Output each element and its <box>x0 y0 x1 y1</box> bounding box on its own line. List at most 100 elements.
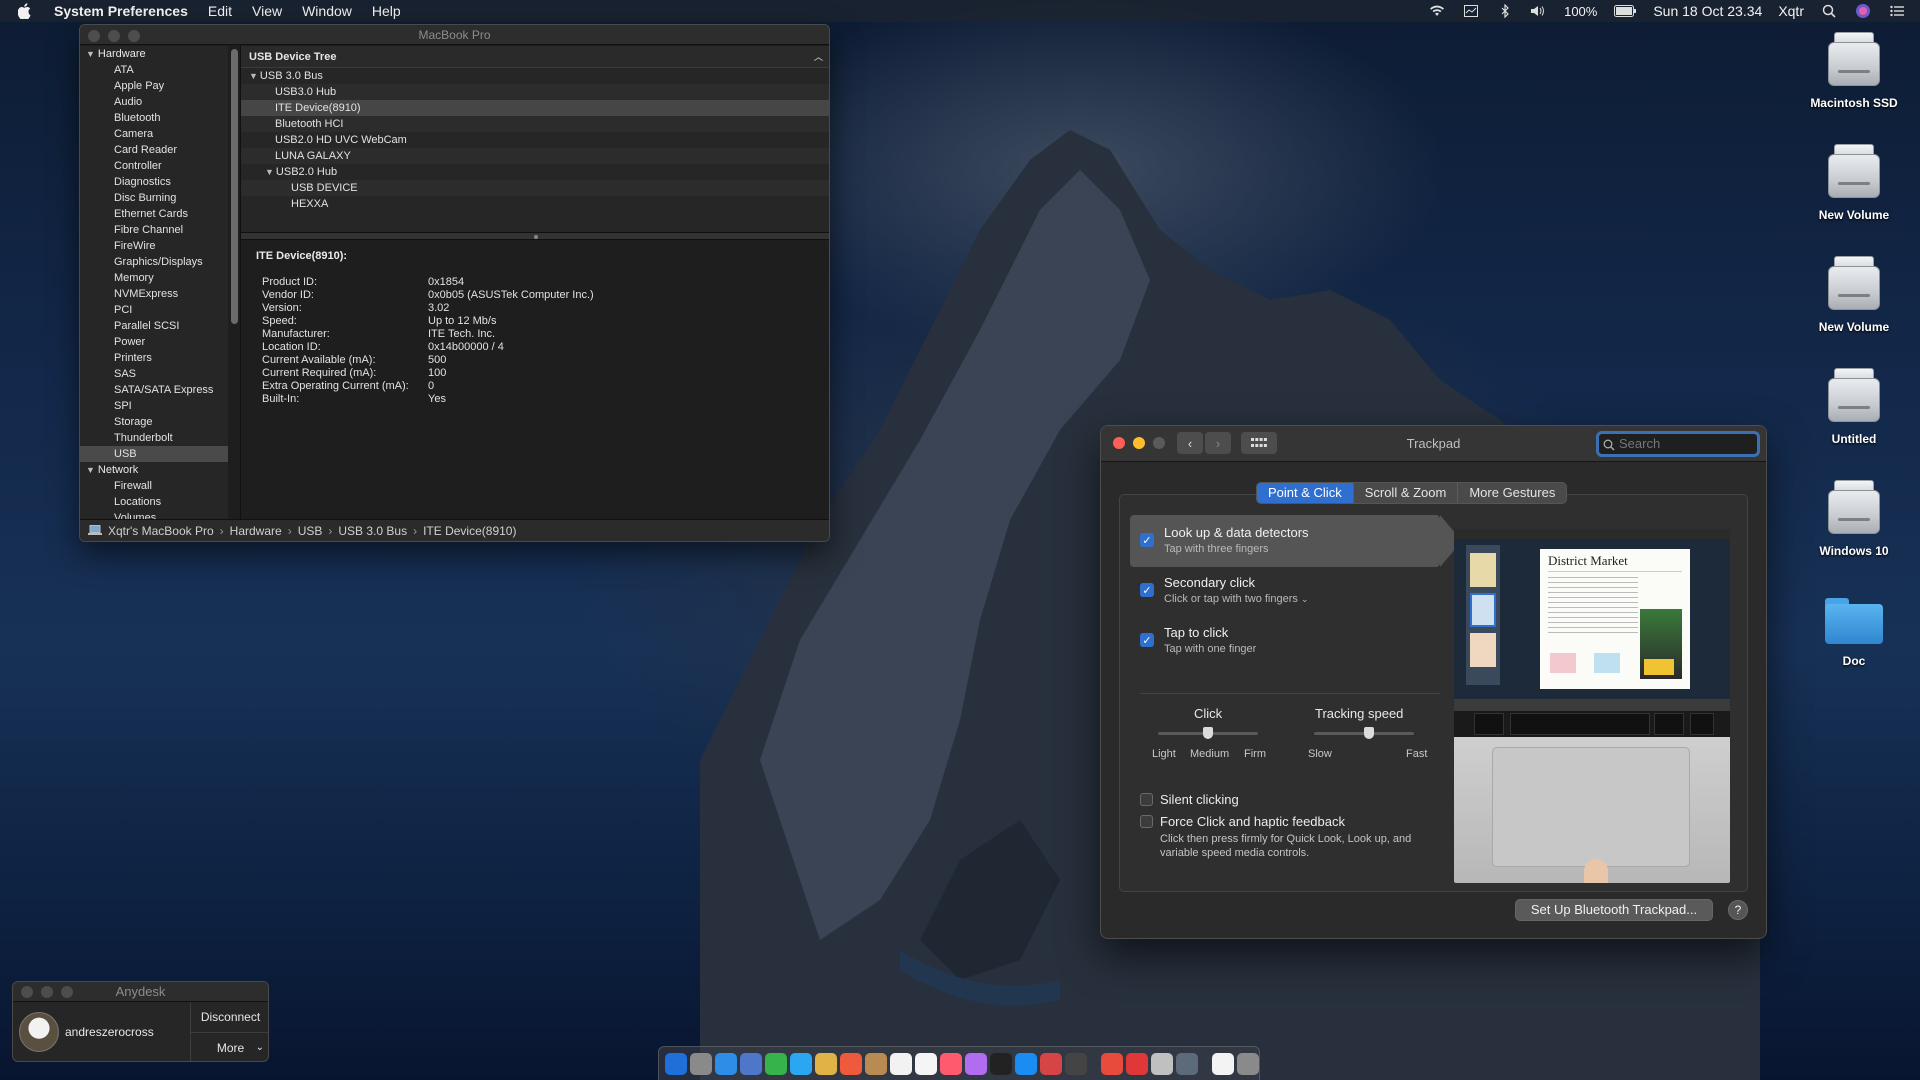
usb-tree-row[interactable]: LUNA GALAXY <box>241 148 829 164</box>
close-button[interactable] <box>21 986 33 998</box>
siri-icon[interactable] <box>1854 2 1872 20</box>
dock-app-icon[interactable] <box>840 1052 862 1075</box>
option-subtitle-dropdown[interactable]: Click or tap with two fingers ⌄ <box>1164 593 1309 605</box>
dock-app-icon[interactable] <box>765 1052 787 1075</box>
sidebar-item-firewall[interactable]: Firewall <box>80 478 228 494</box>
sidebar-item-camera[interactable]: Camera <box>80 126 228 142</box>
dock-app-icon[interactable] <box>890 1052 912 1075</box>
dock-app-icon[interactable] <box>915 1052 937 1075</box>
path-item[interactable]: Xqtr's MacBook Pro <box>108 520 214 542</box>
checkbox-checked[interactable]: ✓ <box>1140 633 1154 647</box>
sidebar-scrollbar[interactable] <box>231 49 238 324</box>
minimize-button[interactable] <box>108 30 120 42</box>
desktop-icon-doc[interactable]: Doc <box>1799 596 1909 668</box>
path-item[interactable]: ITE Device(8910) <box>423 520 516 542</box>
sidebar-item-pci[interactable]: PCI <box>80 302 228 318</box>
option-secondary-click[interactable]: ✓ Secondary click Click or tap with two … <box>1130 565 1440 617</box>
zoom-button[interactable] <box>128 30 140 42</box>
sidebar-item-printers[interactable]: Printers <box>80 350 228 366</box>
sidebar-item-bluetooth[interactable]: Bluetooth <box>80 110 228 126</box>
dock-app-icon[interactable] <box>715 1052 737 1075</box>
dock-app-icon[interactable] <box>1065 1052 1087 1075</box>
tab-more-gestures[interactable]: More Gestures <box>1458 483 1566 503</box>
usb-tree-row-selected[interactable]: ITE Device(8910) <box>241 100 829 116</box>
search-input[interactable]: Search <box>1596 431 1760 457</box>
sidebar-item-storage[interactable]: Storage <box>80 414 228 430</box>
help-button[interactable]: ? <box>1728 900 1748 920</box>
disclosure-triangle-icon[interactable]: ▼ <box>265 167 274 177</box>
back-button[interactable]: ‹ <box>1177 432 1203 454</box>
path-item[interactable]: USB 3.0 Bus <box>338 520 407 542</box>
zoom-button[interactable] <box>61 986 73 998</box>
dock-app-icon[interactable] <box>790 1052 812 1075</box>
sidebar-section-network[interactable]: ▼ Network <box>80 462 228 478</box>
tracking-speed-knob[interactable] <box>1364 727 1374 739</box>
disclosure-triangle-icon[interactable]: ▼ <box>249 71 258 81</box>
window-titlebar[interactable]: ‹ › Trackpad Search <box>1101 426 1766 462</box>
dock-app-icon[interactable] <box>1151 1052 1173 1075</box>
wifi-icon[interactable] <box>1428 2 1446 20</box>
sidebar-item-sata[interactable]: SATA/SATA Express <box>80 382 228 398</box>
path-item[interactable]: USB <box>298 520 323 542</box>
sort-chevron-icon[interactable]: ︿ <box>814 46 823 68</box>
more-button[interactable]: More ⌄ <box>191 1032 268 1061</box>
sidebar-item-apple-pay[interactable]: Apple Pay <box>80 78 228 94</box>
sidebar-item-controller[interactable]: Controller <box>80 158 228 174</box>
bluetooth-icon[interactable] <box>1496 2 1514 20</box>
usb-tree-row[interactable]: USB3.0 Hub <box>241 84 829 100</box>
window-titlebar[interactable]: Anydesk <box>13 982 268 1002</box>
sidebar-item-fibre-channel[interactable]: Fibre Channel <box>80 222 228 238</box>
zoom-button[interactable] <box>1153 437 1165 449</box>
menu-window[interactable]: Window <box>302 3 352 19</box>
tab-scroll-zoom[interactable]: Scroll & Zoom <box>1354 483 1459 503</box>
usb-tree-row[interactable]: USB2.0 HD UVC WebCam <box>241 132 829 148</box>
usb-tree-row[interactable]: ▼ USB2.0 Hub <box>241 164 829 180</box>
apple-menu-icon[interactable] <box>18 3 40 19</box>
spotlight-icon[interactable] <box>1820 2 1838 20</box>
sidebar-item-power[interactable]: Power <box>80 334 228 350</box>
menu-help[interactable]: Help <box>372 3 401 19</box>
notification-center-icon[interactable] <box>1888 2 1906 20</box>
force-click-checkbox[interactable] <box>1140 815 1153 828</box>
dock-app-icon[interactable] <box>1126 1052 1148 1075</box>
dock-app-icon[interactable] <box>1101 1052 1123 1075</box>
usb-tree-row[interactable]: ▼ USB 3.0 Bus <box>241 68 829 84</box>
sidebar-item-parallel-scsi[interactable]: Parallel SCSI <box>80 318 228 334</box>
desktop-icon-untitled[interactable]: Untitled <box>1799 366 1909 446</box>
desktop-icon-new-volume[interactable]: New Volume <box>1799 142 1909 222</box>
sidebar-item-card-reader[interactable]: Card Reader <box>80 142 228 158</box>
sidebar-item-disc-burning[interactable]: Disc Burning <box>80 190 228 206</box>
dock-app-icon[interactable] <box>1015 1052 1037 1075</box>
sidebar-item-spi[interactable]: SPI <box>80 398 228 414</box>
sidebar-item-graphics-displays[interactable]: Graphics/Displays <box>80 254 228 270</box>
desktop-icon-windows-10[interactable]: Windows 10 <box>1799 478 1909 558</box>
click-slider-knob[interactable] <box>1203 727 1213 739</box>
dock-app-icon[interactable] <box>690 1052 712 1075</box>
close-button[interactable] <box>1113 437 1125 449</box>
sidebar-item-thunderbolt[interactable]: Thunderbolt <box>80 430 228 446</box>
option-tap-to-click[interactable]: ✓ Tap to click Tap with one finger <box>1130 615 1440 667</box>
dock-app-icon[interactable] <box>865 1052 887 1075</box>
user-menu[interactable]: Xqtr <box>1778 3 1804 19</box>
usb-tree-row[interactable]: HEXXA <box>241 196 829 212</box>
sidebar-item-memory[interactable]: Memory <box>80 270 228 286</box>
dock-app-icon[interactable] <box>1176 1052 1198 1075</box>
tab-point-click[interactable]: Point & Click <box>1257 483 1354 503</box>
sidebar-item-diagnostics[interactable]: Diagnostics <box>80 174 228 190</box>
show-all-button[interactable] <box>1241 432 1277 454</box>
sidebar-item-nvmexpress[interactable]: NVMExpress <box>80 286 228 302</box>
window-titlebar[interactable]: MacBook Pro <box>80 25 829 45</box>
silent-clicking-checkbox[interactable] <box>1140 793 1153 806</box>
usb-tree-column-header[interactable]: USB Device Tree ︿ <box>241 46 829 68</box>
desktop-icon-macintosh-ssd[interactable]: Macintosh SSD <box>1799 30 1909 110</box>
dock-app-icon[interactable] <box>990 1052 1012 1075</box>
sidebar-item-ethernet-cards[interactable]: Ethernet Cards <box>80 206 228 222</box>
dock-app-icon[interactable] <box>815 1052 837 1075</box>
disclosure-triangle-icon[interactable]: ▼ <box>86 49 95 59</box>
sidebar-item-locations[interactable]: Locations <box>80 494 228 510</box>
volume-icon[interactable] <box>1530 2 1548 20</box>
battery-icon[interactable] <box>1613 2 1637 20</box>
checkbox-checked[interactable]: ✓ <box>1140 533 1154 547</box>
dock-app-icon[interactable] <box>940 1052 962 1075</box>
dock-app-icon[interactable] <box>965 1052 987 1075</box>
